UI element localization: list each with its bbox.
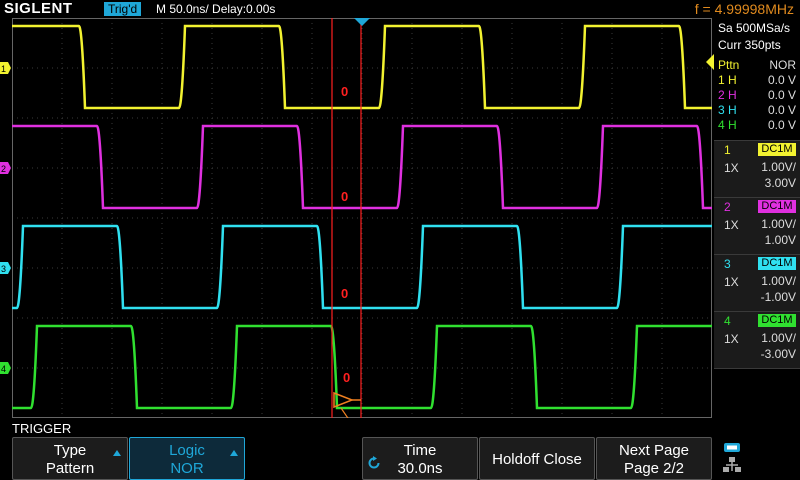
usb-network-icon	[723, 443, 741, 472]
trigger-status-badge: Trig'd	[104, 2, 142, 16]
pattern-row: 1 H 0.0 V	[718, 73, 796, 87]
chevron-up-icon	[113, 450, 121, 456]
pattern-header: Pttn NOR	[718, 58, 796, 72]
trigger-logic-button[interactable]: Logic NOR	[129, 437, 245, 480]
info-panel: Sa 500MSa/s Curr 350pts Pttn NOR 1 H 0.0…	[714, 18, 800, 420]
trigger-position-marker[interactable]	[354, 18, 370, 26]
pattern-row: 3 H 0.0 V	[718, 103, 796, 117]
svg-text:3: 3	[1, 264, 6, 274]
pattern-row: 4 H 0.0 V	[718, 118, 796, 132]
channel-4-info[interactable]: 4 DC1M 1X 1.00V/ -3.00V	[714, 311, 800, 369]
channel-1-info[interactable]: 1 DC1M 1X 1.00V/ 3.00V	[714, 140, 800, 198]
rotary-knob-icon	[368, 456, 380, 469]
trigger-level-marker	[706, 54, 714, 70]
next-page-button[interactable]: Next Page Page 2/2	[596, 437, 712, 480]
cursor-label-ch4: 0	[343, 370, 350, 385]
timebase-readout: M 50.0ns/ Delay:0.00s	[156, 2, 276, 16]
channel-2-info[interactable]: 2 DC1M 1X 1.00V/ 1.00V	[714, 197, 800, 255]
sample-rate: Sa 500MSa/s	[718, 21, 791, 35]
svg-text:2: 2	[1, 164, 6, 174]
memory-depth: Curr 350pts	[718, 38, 781, 52]
frequency-readout: f = 4.99998MHz	[694, 1, 794, 17]
channel-markers: 1 2 3 4	[0, 62, 11, 374]
svg-text:4: 4	[1, 364, 6, 374]
softkey-menu: Type Pattern Logic NOR Time 30.0ns Holdo…	[0, 437, 800, 480]
siglent-logo: SIGLENT	[4, 0, 73, 17]
top-status-bar: SIGLENT Trig'd M 50.0ns/ Delay:0.00s f =…	[0, 0, 800, 18]
waveform-display[interactable]: 0 0 0 0	[12, 18, 712, 418]
holdoff-close-button[interactable]: Holdoff Close	[479, 437, 595, 480]
menu-title: TRIGGER	[12, 421, 72, 436]
cursor-label-ch3: 0	[341, 286, 348, 301]
trigger-time-button[interactable]: Time 30.0ns	[362, 437, 478, 480]
svg-text:1: 1	[1, 64, 6, 74]
trigger-type-button[interactable]: Type Pattern	[12, 437, 128, 480]
chevron-up-icon	[230, 450, 238, 456]
channel-3-info[interactable]: 3 DC1M 1X 1.00V/ -1.00V	[714, 254, 800, 312]
pattern-row: 2 H 0.0 V	[718, 88, 796, 102]
cursor-label-ch1: 0	[341, 84, 348, 99]
cursor-label-ch2: 0	[341, 189, 348, 204]
